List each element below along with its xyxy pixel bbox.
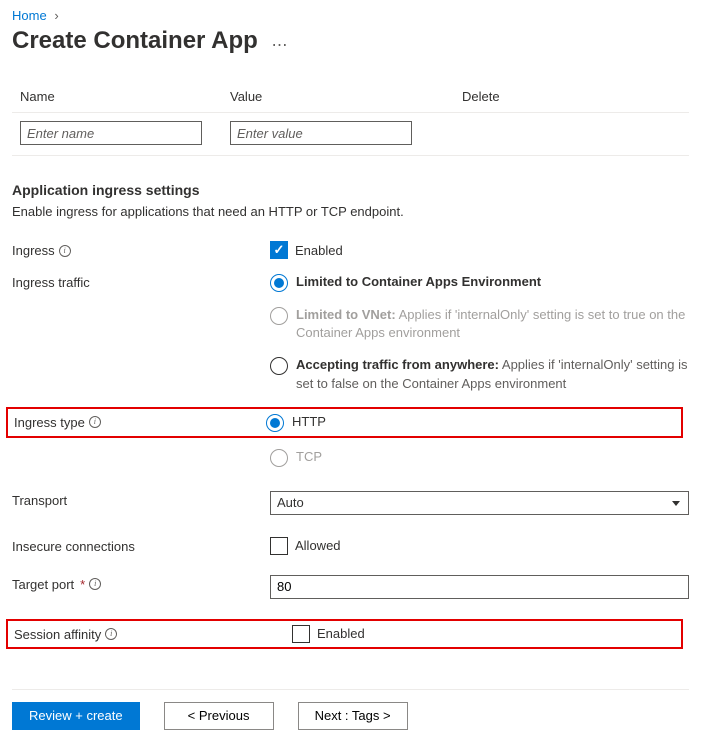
affinity-checkbox-label: Enabled bbox=[317, 626, 365, 641]
traffic-opt-anywhere[interactable]: Accepting traffic from anywhere: Applies… bbox=[270, 356, 689, 392]
row-ingress: Ingress i Enabled bbox=[12, 241, 689, 259]
type-opt-tcp: TCP bbox=[270, 448, 689, 467]
radio-icon bbox=[270, 307, 288, 325]
info-icon[interactable]: i bbox=[59, 245, 71, 257]
label-ingress: Ingress bbox=[12, 243, 55, 258]
previous-button[interactable]: < Previous bbox=[164, 702, 274, 730]
col-delete: Delete bbox=[462, 89, 500, 104]
review-create-button[interactable]: Review + create bbox=[12, 702, 140, 730]
label-transport: Transport bbox=[12, 493, 67, 508]
radio-icon bbox=[270, 357, 288, 375]
row-transport: Transport Auto bbox=[12, 491, 689, 515]
next-button[interactable]: Next : Tags > bbox=[298, 702, 408, 730]
ingress-checkbox[interactable] bbox=[270, 241, 288, 259]
row-port: Target port * i bbox=[12, 575, 689, 599]
env-header-row: Name Value Delete bbox=[12, 83, 689, 112]
page-title: Create Container App bbox=[12, 27, 258, 55]
row-type-tcp: TCP bbox=[12, 448, 689, 467]
row-insecure: Insecure connections Allowed bbox=[12, 537, 689, 555]
row-traffic: Ingress traffic Limited to Container App… bbox=[12, 273, 689, 393]
radio-icon bbox=[270, 449, 288, 467]
breadcrumb: Home › bbox=[12, 8, 689, 23]
more-icon[interactable]: ⋯ bbox=[271, 37, 287, 54]
col-name: Name bbox=[20, 89, 230, 104]
insecure-checkbox[interactable] bbox=[270, 537, 288, 555]
transport-select[interactable]: Auto bbox=[270, 491, 689, 515]
breadcrumb-home[interactable]: Home bbox=[12, 8, 47, 23]
col-value: Value bbox=[230, 89, 462, 104]
radio-icon bbox=[266, 414, 284, 432]
info-icon[interactable]: i bbox=[105, 628, 117, 640]
env-value-input[interactable] bbox=[230, 121, 412, 145]
label-ingress-type: Ingress type bbox=[14, 415, 85, 430]
info-icon[interactable]: i bbox=[89, 416, 101, 428]
label-affinity: Session affinity bbox=[14, 627, 101, 642]
section-title: Application ingress settings bbox=[12, 182, 689, 198]
radio-icon bbox=[270, 274, 288, 292]
info-icon[interactable]: i bbox=[89, 578, 101, 590]
section-desc: Enable ingress for applications that nee… bbox=[12, 204, 689, 219]
affinity-checkbox[interactable] bbox=[292, 625, 310, 643]
env-name-input[interactable] bbox=[20, 121, 202, 145]
ingress-checkbox-label: Enabled bbox=[295, 243, 343, 258]
chevron-right-icon: › bbox=[54, 8, 58, 23]
type-opt-http[interactable]: HTTP bbox=[266, 413, 675, 432]
traffic-opt-limited-env[interactable]: Limited to Container Apps Environment bbox=[270, 273, 689, 292]
footer-actions: Review + create < Previous Next : Tags > bbox=[12, 689, 689, 730]
required-asterisk: * bbox=[80, 577, 85, 592]
label-port: Target port bbox=[12, 577, 74, 592]
label-traffic: Ingress traffic bbox=[12, 275, 90, 290]
traffic-opt-limited-vnet: Limited to VNet: Applies if 'internalOnl… bbox=[270, 306, 689, 342]
insecure-checkbox-label: Allowed bbox=[295, 538, 341, 553]
label-insecure: Insecure connections bbox=[12, 539, 135, 554]
port-input[interactable] bbox=[270, 575, 689, 599]
env-vars-table: Name Value Delete bbox=[12, 83, 689, 156]
env-input-row bbox=[12, 112, 689, 156]
highlight-session-affinity: Session affinity i Enabled bbox=[6, 619, 683, 649]
highlight-ingress-type: Ingress type i HTTP bbox=[6, 407, 683, 438]
